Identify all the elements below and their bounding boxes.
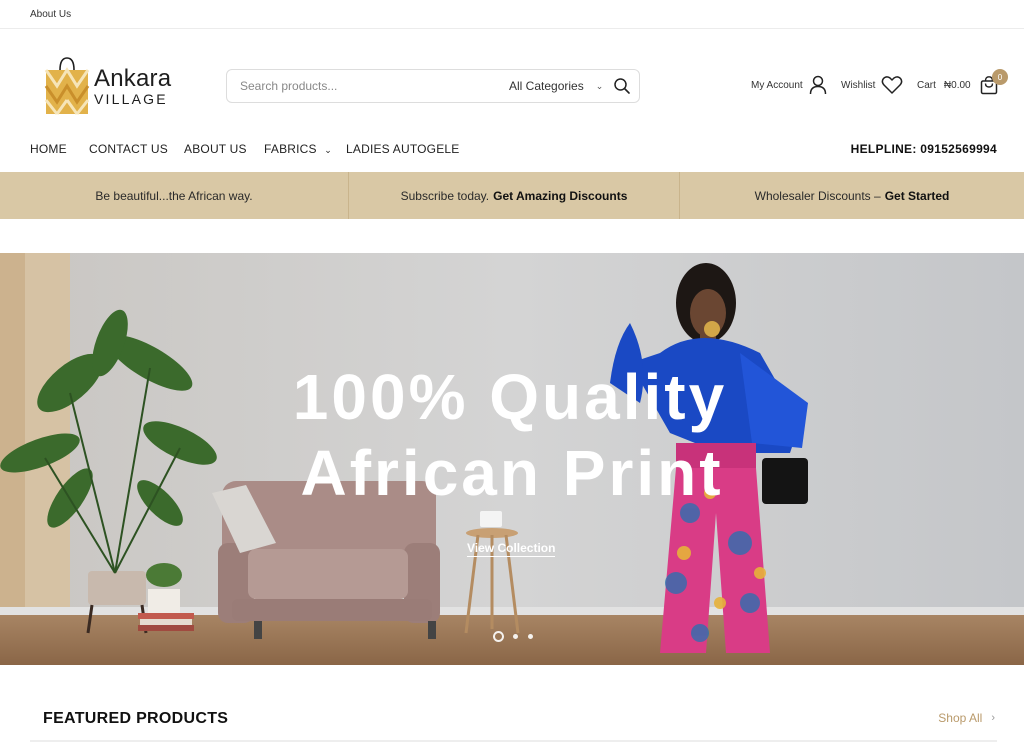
hero-slider: 100% Quality African Print View Collecti… [0, 253, 1024, 665]
search-bar: All Categories ⌄ [226, 69, 640, 103]
header: Ankara VILLAGE All Categories ⌄ My Accou… [0, 29, 1024, 143]
promo-tagline-text: Be beautiful...the African way. [95, 188, 253, 203]
promo-strip: Be beautiful...the African way. Subscrib… [0, 172, 1024, 219]
search-input[interactable] [240, 79, 500, 93]
brand-subname: VILLAGE [94, 90, 168, 107]
nav-item-fabrics-label: FABRICS [264, 142, 317, 156]
promo-cell-wholesale[interactable]: Wholesaler Discounts – Get Started [680, 172, 1024, 219]
chevron-right-icon: › [991, 712, 995, 724]
promo-wholesale-bold[interactable]: Get Started [885, 189, 950, 203]
nav-item-contact-us[interactable]: CONTACT US [89, 142, 168, 156]
slider-dots [493, 631, 543, 642]
chevron-down-icon: ⌄ [595, 80, 604, 91]
view-collection-link[interactable]: View Collection [467, 541, 556, 557]
my-account-link[interactable]: My Account [751, 75, 827, 95]
top-bar: About Us [0, 0, 1024, 29]
promo-cell-tagline: Be beautiful...the African way. [0, 172, 349, 219]
category-select[interactable]: All Categories ⌄ [509, 79, 603, 93]
shopping-bag-logo-icon [44, 57, 90, 115]
slider-dot-3[interactable] [528, 634, 533, 639]
featured-products-title: FEATURED PRODUCTS [43, 710, 229, 727]
helpline: HELPLINE: 09152569994 [850, 142, 997, 156]
my-account-label: My Account [751, 79, 803, 91]
logo[interactable]: Ankara VILLAGE [43, 56, 171, 116]
promo-subscribe-text: Subscribe today. [400, 188, 490, 203]
nav-item-home[interactable]: HOME [30, 142, 67, 156]
promo-subscribe-bold[interactable]: Get Amazing Discounts [493, 189, 627, 203]
main-nav: HOME CONTACT US ABOUT US FABRICS ⌄ LADIE… [0, 138, 1024, 162]
slider-dot-1[interactable] [493, 631, 504, 642]
category-select-label: All Categories [509, 79, 584, 93]
nav-item-fabrics[interactable]: FABRICS ⌄ [264, 142, 332, 156]
wishlist-link[interactable]: Wishlist [841, 75, 903, 95]
promo-wholesale-text: Wholesaler Discounts – [754, 188, 881, 203]
wishlist-label: Wishlist [841, 79, 876, 91]
nav-item-about-us[interactable]: ABOUT US [184, 142, 247, 156]
cart-count-badge: 0 [992, 69, 1008, 85]
shop-all-link[interactable]: Shop All › [938, 711, 995, 725]
brand-name: Ankara [94, 64, 172, 92]
user-icon [809, 75, 826, 95]
hero-title-line2: African Print [300, 437, 724, 509]
shop-all-label: Shop All [938, 711, 983, 725]
cart-link[interactable]: Cart ₦0.00 0 [917, 69, 1008, 95]
chevron-down-icon: ⌄ [324, 145, 333, 155]
promo-cell-subscribe[interactable]: Subscribe today. Get Amazing Discounts [349, 172, 680, 219]
about-us-top-link[interactable]: About Us [30, 9, 71, 20]
nav-item-ladies-autogele[interactable]: LADIES AUTOGELE [346, 142, 460, 156]
cart-total: ₦0.00 [943, 79, 971, 91]
heart-icon [882, 76, 903, 94]
search-icon[interactable] [613, 77, 631, 95]
hero-title-line1: 100% Quality [292, 361, 728, 433]
cart-label: Cart [917, 79, 936, 91]
featured-products-header: FEATURED PRODUCTS Shop All › [30, 707, 997, 742]
slider-dot-2[interactable] [513, 634, 518, 639]
